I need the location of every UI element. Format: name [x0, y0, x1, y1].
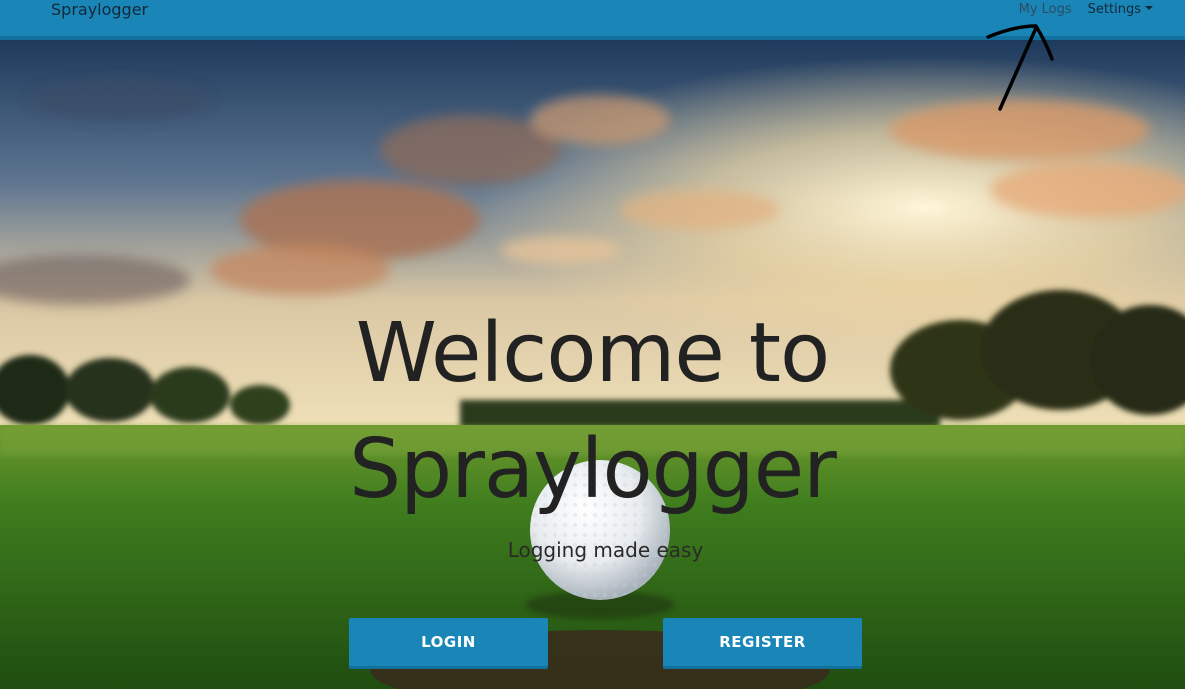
hero-headline-line1: Welcome to	[355, 306, 830, 401]
brand-link[interactable]: Spraylogger	[51, 0, 148, 20]
nav-settings-label: Settings	[1087, 2, 1141, 17]
hero-headline-line2: Spraylogger	[349, 422, 837, 517]
nav-links: My Logs Settings	[1019, 0, 1153, 20]
nav-settings-dropdown[interactable]: Settings	[1088, 0, 1153, 20]
page: Spraylogger My Logs Settings Welcome to …	[0, 0, 1185, 689]
hero-headline: Welcome to Spraylogger	[0, 296, 1185, 528]
caret-down-icon	[1145, 5, 1153, 10]
hand-drawn-arrow-icon	[986, 24, 1054, 111]
nav-my-logs-link[interactable]: My Logs	[1019, 0, 1072, 20]
register-button[interactable]: REGISTER	[663, 618, 862, 669]
hero-subtitle: Logging made easy	[507, 538, 704, 562]
login-button[interactable]: LOGIN	[349, 618, 548, 669]
